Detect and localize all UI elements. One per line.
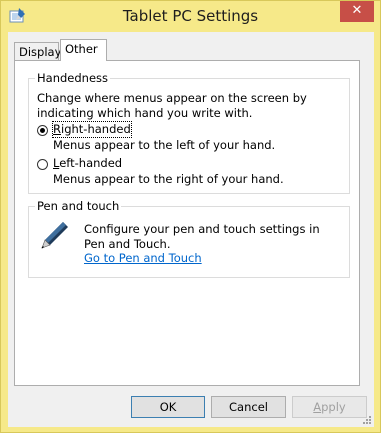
- handedness-description: Change where menus appear on the screen …: [37, 91, 307, 120]
- close-icon: ✕: [351, 3, 363, 18]
- apply-label-rest: pply: [321, 400, 346, 414]
- pen-touch-group-title: Pen and touch: [35, 199, 122, 213]
- go-to-pen-touch-link[interactable]: Go to Pen and Touch: [84, 251, 202, 266]
- handedness-group-title: Handedness: [35, 71, 111, 85]
- apply-access-key: A: [313, 400, 322, 414]
- left-handed-hint: Menus appear to the right of your hand.: [53, 172, 284, 186]
- cancel-button[interactable]: Cancel: [211, 396, 286, 418]
- pen-touch-group: Pen and touch Configure your pen and tou…: [28, 199, 350, 278]
- resize-grip-icon[interactable]: [362, 415, 372, 425]
- pen-icon: [41, 222, 68, 249]
- right-handed-label-rest: ight-handed: [61, 122, 131, 136]
- right-handed-access-key: R: [53, 122, 61, 136]
- dialog-window: Tablet PC Settings ✕ Display Other Hande…: [0, 0, 381, 433]
- pen-touch-description: Configure your pen and touch settings in…: [84, 222, 320, 251]
- tab-page-other: Handedness Change where menus appear on …: [14, 60, 360, 386]
- right-handed-hint: Menus appear to the left of your hand.: [53, 138, 276, 152]
- handedness-group: Handedness Change where menus appear on …: [28, 71, 350, 194]
- ok-button[interactable]: OK: [131, 396, 205, 418]
- tab-display[interactable]: Display: [14, 42, 61, 60]
- tab-other[interactable]: Other: [60, 39, 107, 61]
- left-handed-label[interactable]: Left-handed: [53, 156, 122, 171]
- radio-selected-dot: [40, 128, 45, 133]
- apply-button[interactable]: Apply: [292, 396, 367, 418]
- title-bar[interactable]: Tablet PC Settings ✕: [1, 1, 380, 32]
- right-handed-radio[interactable]: [37, 125, 48, 136]
- left-handed-radio[interactable]: [37, 159, 48, 170]
- right-handed-label[interactable]: Right-handed: [52, 121, 132, 138]
- dialog-client-area: Display Other Handedness Change where me…: [8, 32, 374, 427]
- left-handed-label-rest: eft-handed: [59, 156, 123, 170]
- close-button[interactable]: ✕: [340, 1, 374, 22]
- window-title: Tablet PC Settings: [122, 7, 259, 25]
